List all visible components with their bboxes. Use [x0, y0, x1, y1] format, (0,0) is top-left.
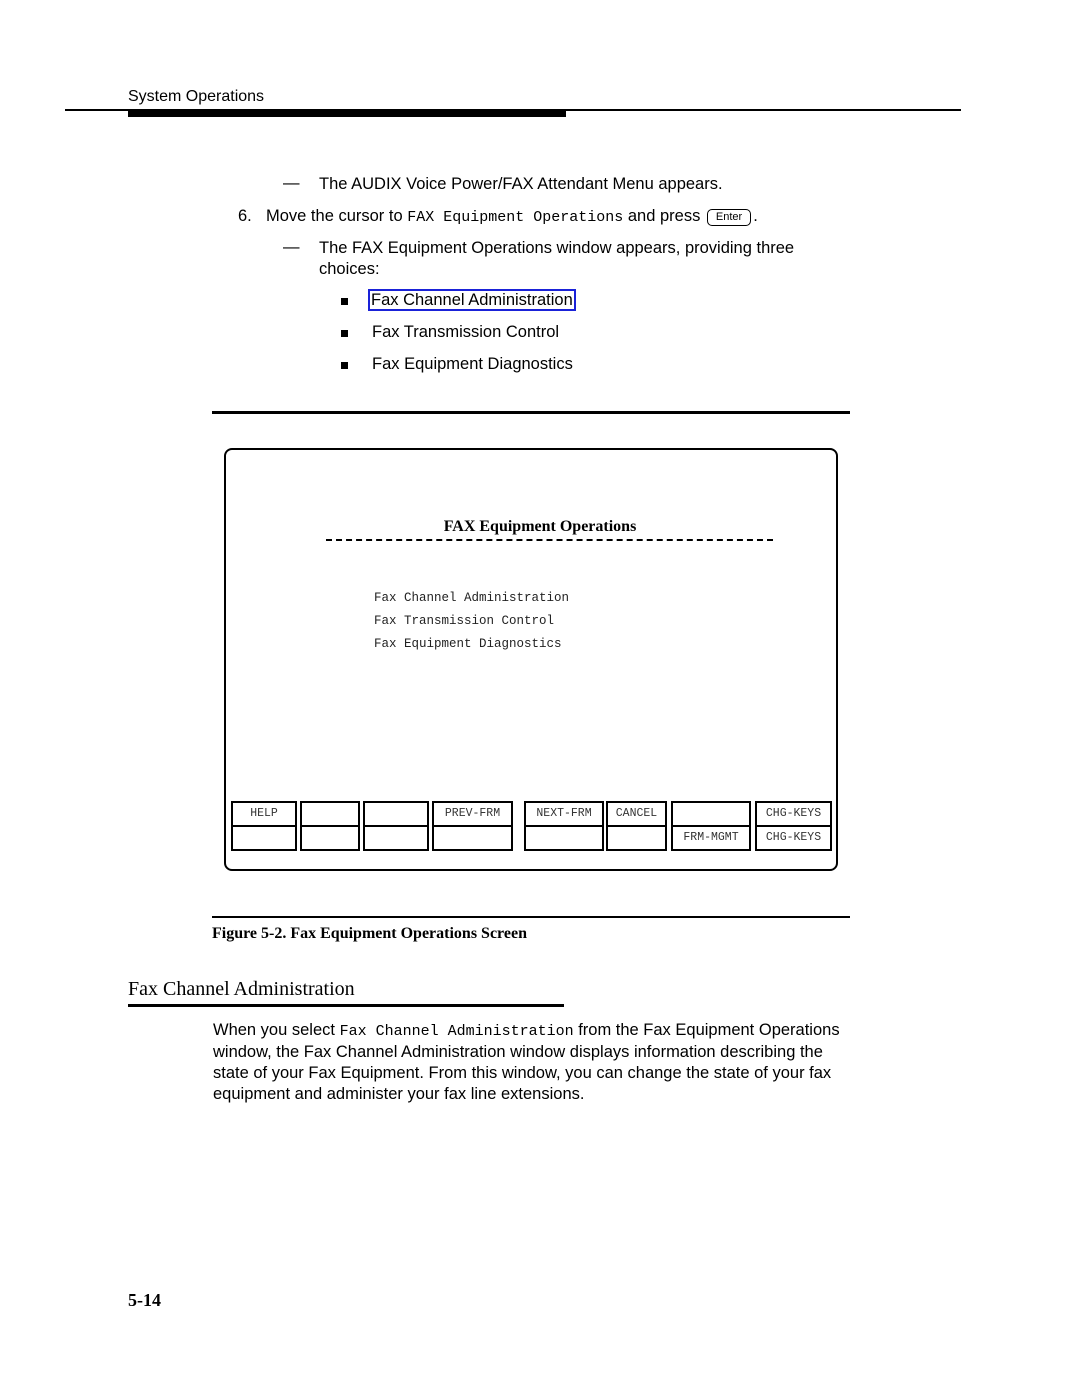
function-key-label-bottom: [233, 827, 295, 849]
function-key-label-top: NEXT-FRM: [526, 803, 602, 827]
function-key-4[interactable]: PREV-FRM: [432, 801, 513, 851]
menu-item-fax-transmission-control[interactable]: Fax Transmission Control: [374, 614, 554, 628]
function-key-label-top: CANCEL: [608, 803, 665, 827]
function-key-label-top: PREV-FRM: [434, 803, 511, 827]
result-text-1: The AUDIX Voice Power/FAX Attendant Menu…: [319, 175, 723, 193]
function-key-label-bottom: [434, 827, 511, 849]
bullet-icon: [341, 298, 348, 305]
section-title: Fax Channel Administration: [128, 978, 355, 1000]
function-key-label-top: [673, 803, 749, 827]
step-end: .: [753, 207, 758, 225]
menu-item-fax-channel-administration[interactable]: Fax Channel Administration: [374, 591, 569, 605]
figure-top-rule: [212, 411, 850, 414]
page-number: 5-14: [128, 1290, 161, 1310]
function-key-3[interactable]: [363, 801, 429, 851]
choice-fax-equipment-diagnostics: Fax Equipment Diagnostics: [372, 355, 573, 373]
header-rule-thick: [128, 110, 566, 117]
step-code: FAX Equipment Operations: [407, 209, 624, 226]
result-text-2: The FAX Equipment Operations window appe…: [319, 239, 795, 278]
function-key-label-bottom: FRM-MGMT: [683, 831, 739, 844]
figure-bottom-rule: [212, 916, 850, 918]
function-key-1[interactable]: HELP: [231, 801, 297, 851]
function-key-label-top: CHG-KEYS: [757, 803, 830, 827]
result-dash: —: [283, 174, 300, 192]
enter-key-icon: Enter: [706, 209, 752, 226]
figure-caption: Figure 5-2. Fax Equipment Operations Scr…: [212, 925, 527, 942]
function-key-label-bottom: CHG-KEYS: [765, 831, 822, 844]
result-dash: —: [283, 238, 300, 256]
function-key-label-bottom: [365, 827, 427, 849]
screen-title-underline: [326, 539, 773, 541]
choice-fax-transmission-control: Fax Transmission Control: [372, 323, 560, 341]
function-key-label-top: [365, 803, 427, 827]
function-key-label-bottom: [302, 827, 358, 849]
step-6-text: Move the cursor to FAX Equipment Operati…: [266, 206, 758, 228]
function-key-7[interactable]: FRM-MGMT: [671, 801, 751, 851]
function-key-label-top: HELP: [233, 803, 295, 827]
choice-link-fax-channel-administration[interactable]: Fax Channel Administration: [368, 289, 576, 311]
function-key-8[interactable]: CHG-KEYS CHG-KEYS: [755, 801, 832, 851]
function-key-label-bottom: [526, 827, 602, 849]
function-key-label-bottom: [608, 827, 665, 849]
section-title-rule: [128, 1004, 564, 1007]
bullet-icon: [341, 362, 348, 369]
function-key-5[interactable]: NEXT-FRM: [524, 801, 604, 851]
function-key-2[interactable]: [300, 801, 360, 851]
function-key-6[interactable]: CANCEL: [606, 801, 667, 851]
bullet-icon: [341, 330, 348, 337]
para-text-before: When you select: [213, 1021, 340, 1039]
function-key-label-top: [302, 803, 358, 827]
step-number: 6.: [238, 207, 252, 225]
step-text-after: and press: [623, 207, 705, 225]
running-header-title: System Operations: [128, 88, 265, 105]
para-code: Fax Channel Administration: [339, 1023, 574, 1040]
screen-title: FAX Equipment Operations: [443, 518, 637, 535]
step-text-before: Move the cursor to: [266, 207, 408, 225]
menu-item-fax-equipment-diagnostics[interactable]: Fax Equipment Diagnostics: [374, 637, 562, 651]
section-paragraph: When you select Fax Channel Administrati…: [213, 1020, 863, 1105]
